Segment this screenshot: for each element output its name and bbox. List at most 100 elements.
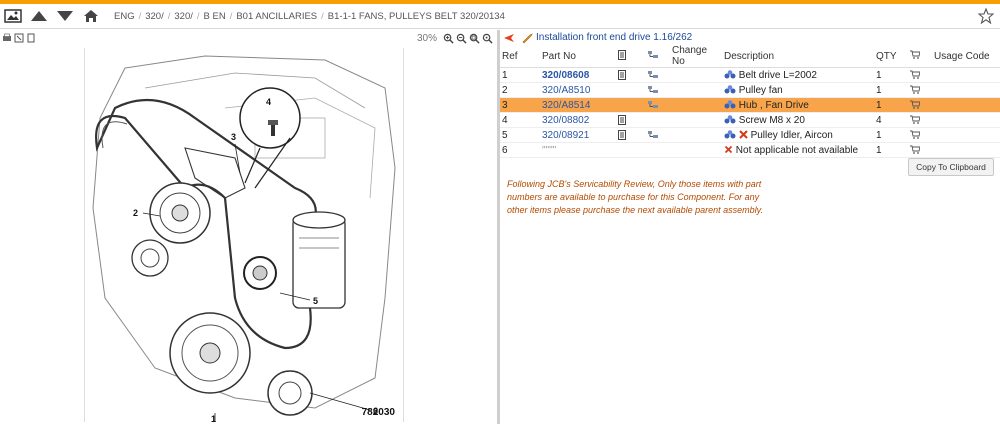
- wrench-icon: [522, 32, 533, 43]
- document-icon[interactable]: [618, 129, 626, 140]
- image-icon[interactable]: [0, 5, 26, 27]
- row-ref: 3: [500, 97, 540, 113]
- related-parts-icon[interactable]: [724, 130, 736, 139]
- row-qty: 1: [874, 127, 908, 143]
- zoom-fit-icon[interactable]: [469, 33, 480, 44]
- serviceability-notice: Following JCB's Servicability Review, On…: [507, 179, 763, 215]
- export-icon[interactable]: [14, 33, 24, 43]
- col-ref[interactable]: Ref: [500, 45, 540, 68]
- add-to-cart-icon[interactable]: [910, 130, 920, 140]
- add-to-cart-icon[interactable]: [910, 70, 920, 80]
- col-part-no[interactable]: Part No: [540, 45, 616, 68]
- engine-illustration: 3 4 2 5 6 1: [92, 55, 396, 424]
- superseded-icon: [739, 130, 748, 140]
- document-icon[interactable]: [618, 69, 626, 80]
- col-cart: [908, 45, 932, 68]
- zoom-in-icon[interactable]: [443, 33, 454, 44]
- row-description: Screw M8 x 20: [738, 114, 805, 126]
- assembly-title[interactable]: Installation front end drive 1.16/262: [536, 32, 692, 43]
- tree-icon[interactable]: [648, 85, 658, 94]
- tree-icon[interactable]: [648, 70, 658, 79]
- row-qty: 4: [874, 112, 908, 128]
- assembly-header: Installation front end drive 1.16/262: [500, 30, 1000, 45]
- col-doc: [616, 45, 646, 68]
- part-number-link[interactable]: 320/08802: [542, 115, 589, 126]
- related-parts-icon[interactable]: [724, 70, 736, 79]
- down-arrow-icon[interactable]: [52, 5, 78, 27]
- document-icon: [618, 49, 626, 60]
- drawing-toolbar: 30%: [0, 30, 497, 46]
- breadcrumb-item[interactable]: B EN: [200, 11, 230, 22]
- table-row[interactable]: 6 """" Not applicable not available 1: [500, 142, 1000, 158]
- exploded-view-drawing[interactable]: 3 4 2 5 6 1 782030: [84, 48, 404, 424]
- add-to-cart-icon[interactable]: [910, 145, 920, 155]
- copy-to-clipboard-button[interactable]: Copy To Clipboard: [908, 158, 994, 176]
- zoom-level: 30%: [416, 32, 437, 44]
- related-parts-icon[interactable]: [724, 115, 736, 124]
- breadcrumb: ENG / 320/ / 320/ / B EN / B01 ANCILLARI…: [110, 11, 509, 22]
- table-row[interactable]: 2 320/A8510 Pulley fan 1: [500, 82, 1000, 98]
- col-qty[interactable]: QTY: [874, 45, 908, 68]
- related-parts-icon[interactable]: [724, 85, 736, 94]
- breadcrumb-item[interactable]: B01 ANCILLARIES: [232, 11, 321, 22]
- figure-number: 782030: [361, 407, 395, 418]
- zoom-reset-icon[interactable]: [482, 33, 493, 44]
- row-qty: 1: [874, 67, 908, 83]
- zoom-controls: 30%: [417, 30, 493, 46]
- parts-pane: Installation front end drive 1.16/262 Re…: [500, 30, 1000, 424]
- back-arrow-icon[interactable]: [503, 33, 515, 43]
- row-qty: 1: [874, 82, 908, 98]
- part-number-link[interactable]: 320/A8510: [542, 85, 590, 96]
- col-tree: [646, 45, 670, 68]
- document-icon[interactable]: [618, 114, 626, 125]
- breadcrumb-item[interactable]: B1-1-1 FANS, PULLEYS BELT 320/20134: [324, 11, 509, 22]
- table-row[interactable]: 1 320/08608 Belt drive L=2002 1: [500, 67, 1000, 83]
- row-description: Pulley fan: [738, 84, 783, 96]
- breadcrumb-item[interactable]: ENG: [110, 11, 139, 22]
- print-icon[interactable]: [2, 33, 12, 43]
- part-number-link[interactable]: 320/A8514: [542, 100, 590, 111]
- table-row-selected[interactable]: 3 320/A8514 Hub , Fan Drive 1: [500, 97, 1000, 113]
- callout-3: 3: [231, 132, 236, 142]
- tree-icon[interactable]: [648, 100, 658, 109]
- row-description: Hub , Fan Drive: [738, 99, 809, 111]
- add-to-cart-icon[interactable]: [910, 115, 920, 125]
- col-description[interactable]: Description: [722, 45, 874, 68]
- col-change-no[interactable]: Change No: [670, 45, 722, 68]
- callout-5: 5: [313, 296, 318, 306]
- zoom-out-icon[interactable]: [456, 33, 467, 44]
- part-number-link[interactable]: 320/08608: [542, 70, 589, 81]
- breadcrumb-item[interactable]: 320/: [170, 11, 197, 22]
- row-ref: 1: [500, 67, 540, 83]
- drawing-pane: 30% 3 4 2 5 6 1 782030: [0, 30, 497, 424]
- not-available-icon: [724, 146, 733, 154]
- row-ref: 5: [500, 127, 540, 143]
- row-qty: 1: [874, 97, 908, 113]
- parts-table: Ref Part No Change No Description QTY Us…: [500, 45, 1000, 158]
- row-ref: 4: [500, 112, 540, 128]
- add-to-cart-icon[interactable]: [910, 100, 920, 110]
- table-header: Ref Part No Change No Description QTY Us…: [500, 45, 1000, 68]
- nav-bar: ENG / 320/ / 320/ / B EN / B01 ANCILLARI…: [0, 4, 1000, 29]
- table-row[interactable]: 4 320/08802 Screw M8 x 20 4: [500, 112, 1000, 128]
- add-to-cart-icon[interactable]: [910, 85, 920, 95]
- breadcrumb-item[interactable]: 320/: [141, 11, 168, 22]
- row-ref: 2: [500, 82, 540, 98]
- tree-icon: [648, 50, 658, 58]
- page-icon[interactable]: [26, 33, 36, 43]
- row-description: Not applicable not available: [735, 144, 859, 156]
- part-number-link[interactable]: 320/08921: [542, 130, 589, 141]
- home-icon[interactable]: [78, 5, 104, 27]
- callout-2: 2: [133, 208, 138, 218]
- row-qty: 1: [874, 142, 908, 158]
- table-row[interactable]: 5 320/08921 Pulley Idler, Aircon 1: [500, 127, 1000, 143]
- star-icon[interactable]: [977, 7, 995, 27]
- row-description: Belt drive L=2002: [738, 69, 817, 81]
- callout-1: 1: [211, 414, 216, 422]
- tree-icon[interactable]: [648, 130, 658, 139]
- related-parts-icon[interactable]: [724, 100, 736, 109]
- up-arrow-icon[interactable]: [26, 5, 52, 27]
- row-description: Pulley Idler, Aircon: [750, 129, 833, 141]
- col-usage-code[interactable]: Usage Code: [932, 45, 1000, 68]
- part-number-placeholder: """": [542, 144, 557, 156]
